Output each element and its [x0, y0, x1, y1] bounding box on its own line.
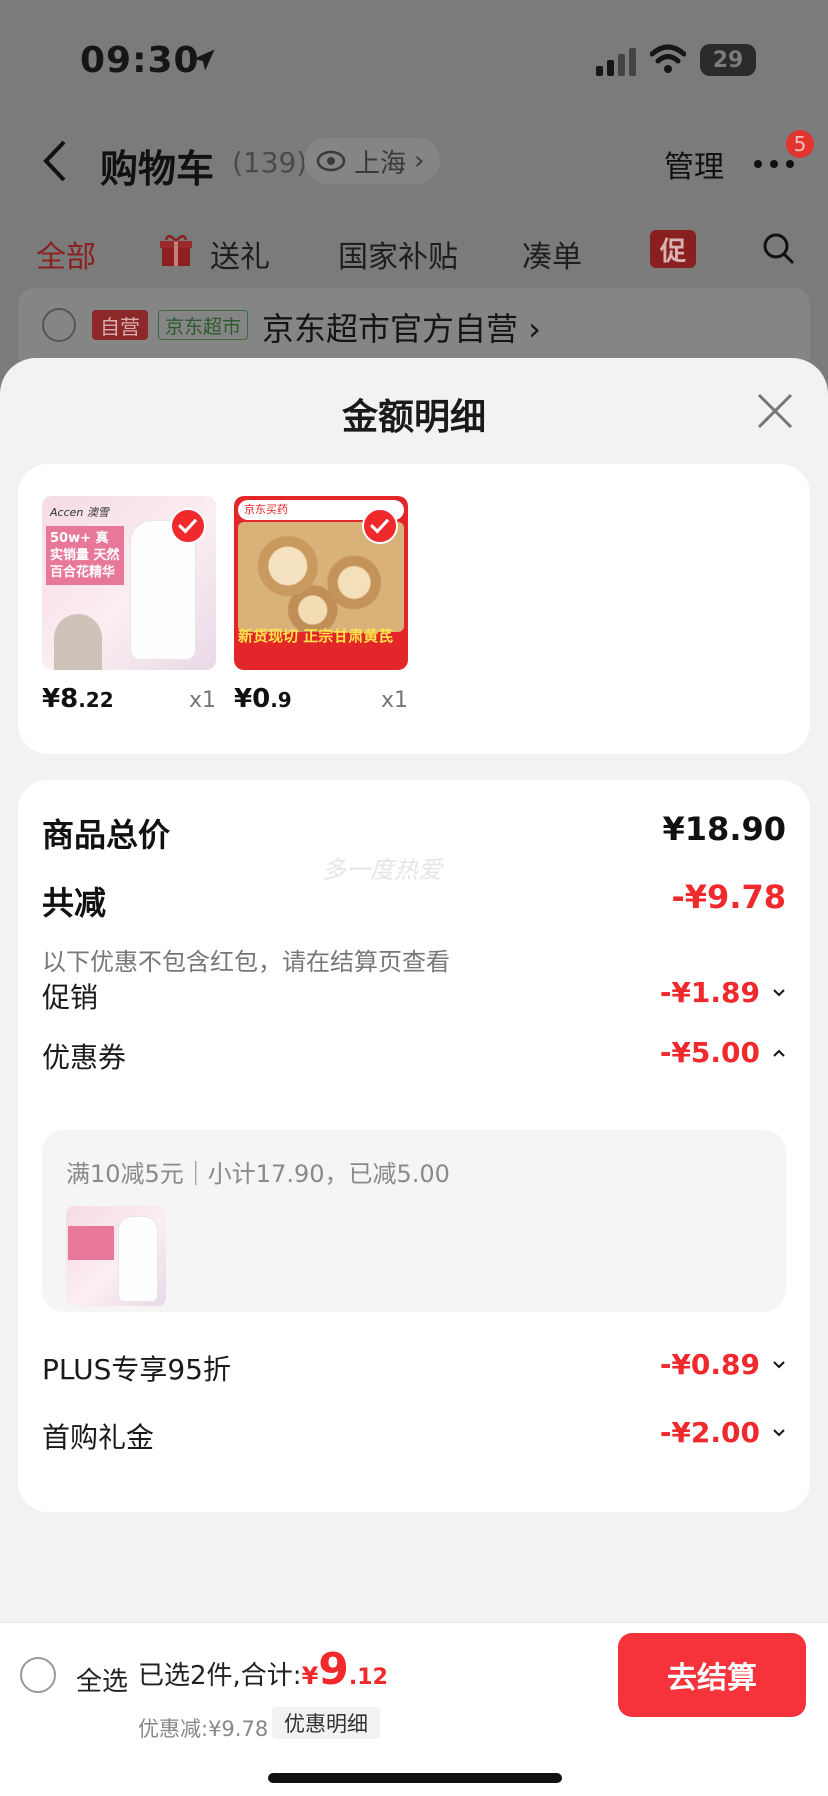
wifi-icon	[650, 44, 686, 73]
promo-value: -¥1.89	[659, 976, 760, 1009]
home-indicator	[268, 1773, 562, 1783]
back-chevron-icon[interactable]	[40, 138, 70, 184]
store-header-row: 自营 京东超市 京东超市官方自营 ›	[18, 288, 810, 360]
watermark-text: 多一度热爱	[322, 856, 442, 884]
plus-label: PLUS专享95折	[42, 1353, 231, 1386]
status-bar: 09:30 29	[0, 0, 828, 110]
product-price: ¥8.22	[42, 684, 114, 714]
manage-button[interactable]: 管理	[664, 142, 724, 186]
product-item[interactable]: 京东买药 新货现切 正宗甘肃黄芪 ¥0.9 x1	[234, 496, 408, 714]
search-icon[interactable]	[762, 232, 796, 266]
promo-label: 促销	[42, 981, 99, 1014]
notification-badge: 5	[786, 130, 814, 158]
selected-count-label: 已选2件,合计:	[138, 1661, 302, 1691]
chevron-right-icon: ›	[414, 146, 425, 176]
cart-nav-bar: 购物车 (139) 上海 › 管理 5	[0, 120, 828, 200]
tab-promo-tag[interactable]: 促	[650, 230, 696, 268]
selected-summary: 已选2件,合计: ¥ 9 .12	[138, 1644, 388, 1695]
checkout-button[interactable]: 去结算	[618, 1633, 806, 1717]
cart-tabs: 全部 送礼 国家补贴 凑单 促	[0, 220, 828, 280]
saved-amount: 优惠减:¥9.78	[138, 1717, 269, 1741]
battery-indicator: 29	[700, 44, 756, 76]
cart-count: (139)	[232, 146, 308, 179]
reduction-value: -¥9.78	[671, 878, 787, 916]
thumb-pink-banner	[68, 1226, 114, 1260]
person-silhouette	[54, 614, 102, 670]
location-arrow-icon	[193, 49, 215, 71]
gift-icon	[160, 235, 192, 266]
tab-all[interactable]: 全部	[36, 232, 96, 276]
thumb-bottle	[118, 1216, 158, 1302]
product-quantity: x1	[188, 688, 216, 713]
discount-detail-button[interactable]: 优惠明细	[272, 1707, 380, 1739]
selected-products-card: Accen 澳雪 50w+ 真实销量 天然百合花精华 ¥8.22 x1 京东买药…	[18, 464, 810, 754]
first-gift-label: 首购礼金	[42, 1421, 155, 1454]
coupon-detail-text: 满10减5元｜小计17.90，已减5.00	[66, 1160, 450, 1188]
cart-page-background: 09:30 29 购物车 (139) 上海 › 管理 5 全部 送礼 国家补贴 …	[0, 0, 828, 420]
location-selector[interactable]: 上海 ›	[304, 138, 441, 184]
product-image-bodywash: Accen 澳雪 50w+ 真实销量 天然百合花精华	[42, 496, 216, 670]
total-decimal: .12	[348, 1665, 388, 1690]
tab-national-subsidy[interactable]: 国家补贴	[338, 232, 458, 276]
first-gift-value: -¥2.00	[659, 1416, 760, 1449]
chevron-down-icon	[773, 1429, 785, 1437]
total-integer: 9	[318, 1644, 349, 1695]
total-price-label: 商品总价	[42, 816, 171, 854]
sheet-title: 金额明细	[341, 397, 486, 438]
product-brand: Accen 澳雪	[50, 506, 109, 519]
jd-supermarket-tag: 京东超市	[158, 310, 249, 340]
total-price-value: ¥18.90	[662, 810, 786, 848]
plus-value: -¥0.89	[659, 1348, 760, 1381]
eye-icon	[316, 150, 346, 172]
store-name[interactable]: 京东超市官方自营 ›	[262, 304, 541, 350]
coupon-product-thumbnail	[66, 1206, 166, 1306]
coupon-label: 优惠券	[42, 1041, 127, 1074]
price-breakdown-card: 多一度热爱 商品总价 ¥18.90 共减 -¥9.78 以下优惠不包含红包，请在…	[18, 780, 810, 1512]
checkout-bar: 全选 已选2件,合计: ¥ 9 .12 优惠减:¥9.78 优惠明细 去结算	[0, 1622, 828, 1796]
status-time: 09:30	[80, 40, 200, 81]
product-image-text: 新货现切 正宗甘肃黄芪	[238, 627, 394, 645]
total-currency: ¥	[301, 1662, 319, 1690]
reduction-note: 以下优惠不包含红包，请在结算页查看	[42, 948, 450, 976]
more-icon[interactable]	[752, 158, 796, 170]
checked-icon	[362, 508, 398, 544]
chevron-down-icon	[773, 1361, 785, 1369]
chevron-down-icon	[773, 989, 785, 997]
select-all-label[interactable]: 全选	[76, 1661, 128, 1698]
product-image-text: 50w+ 真实销量 天然百合花精华	[46, 526, 124, 585]
product-quantity: x1	[380, 688, 408, 713]
chevron-up-icon	[773, 1049, 785, 1057]
product-item[interactable]: Accen 澳雪 50w+ 真实销量 天然百合花精华 ¥8.22 x1	[42, 496, 216, 714]
cellular-signal-icon	[596, 48, 636, 76]
tab-gift[interactable]: 送礼	[210, 232, 270, 276]
select-all-radio[interactable]	[20, 1657, 56, 1693]
checked-icon	[170, 508, 206, 544]
close-icon[interactable]	[756, 392, 794, 430]
coupon-detail-box: 满10减5元｜小计17.90，已减5.00	[42, 1130, 786, 1312]
product-price: ¥0.9	[234, 684, 292, 714]
coupon-value: -¥5.00	[659, 1036, 760, 1069]
location-label: 上海	[354, 148, 407, 179]
store-select-radio[interactable]	[42, 308, 76, 342]
product-image-astragalus: 京东买药 新货现切 正宗甘肃黄芪	[234, 496, 408, 670]
page-title: 购物车	[100, 147, 215, 191]
amount-detail-sheet: 金额明细 Accen 澳雪 50w+ 真实销量 天然百合花精华 ¥8.22 x1…	[0, 358, 828, 1796]
tab-add-on[interactable]: 凑单	[522, 232, 582, 276]
self-operated-tag: 自营	[92, 310, 148, 340]
reduction-label: 共减	[42, 884, 107, 922]
